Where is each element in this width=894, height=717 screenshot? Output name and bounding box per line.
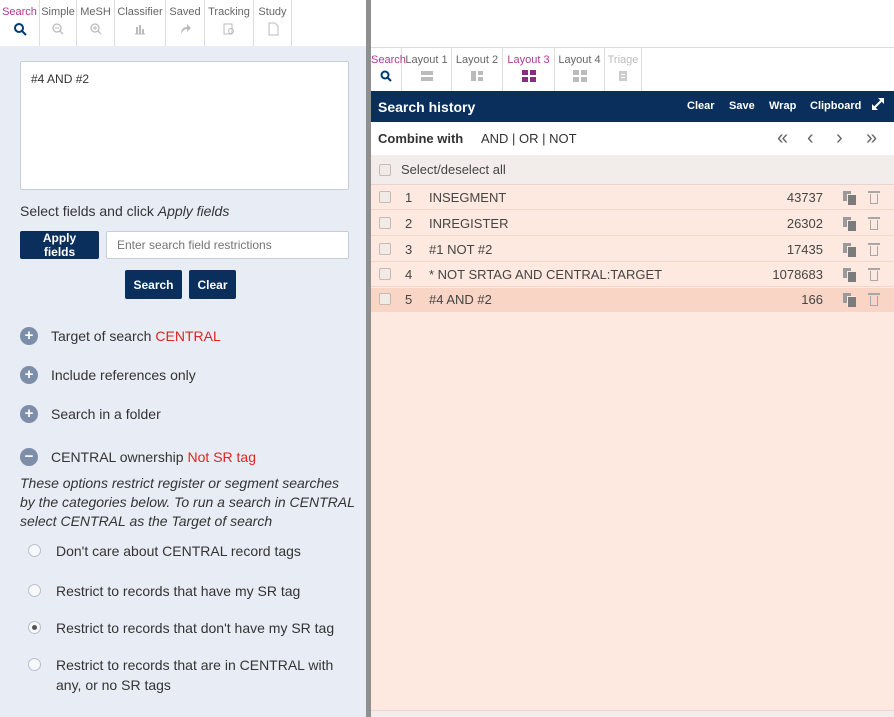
copy-icon[interactable] — [843, 191, 856, 205]
select-all-checkbox[interactable] — [379, 164, 391, 176]
plus-circle-icon: + — [20, 405, 38, 423]
last-page-icon[interactable]: » — [866, 127, 877, 149]
history-footer — [371, 710, 894, 717]
tab-classifier[interactable]: Classifier — [115, 0, 166, 46]
expand-icon[interactable] — [871, 97, 885, 114]
copy-icon[interactable] — [843, 268, 856, 282]
search-history-title: Search history — [378, 99, 476, 115]
row-checkbox[interactable] — [379, 293, 391, 305]
row-checkbox[interactable] — [379, 191, 391, 203]
tab-mesh[interactable]: MeSH — [77, 0, 115, 46]
radio-button[interactable] — [28, 584, 41, 597]
history-row[interactable]: 4 * NOT SRTAG AND CENTRAL:TARGET 1078683 — [371, 263, 894, 287]
combine-with-bar: Combine with AND | OR | NOT « ‹ › » — [371, 122, 894, 155]
row-checkbox[interactable] — [379, 268, 391, 280]
history-row[interactable]: 1 INSEGMENT 43737 — [371, 186, 894, 210]
tab-search[interactable]: Search — [0, 0, 40, 46]
copy-icon[interactable] — [843, 293, 856, 307]
combine-with-label: Combine with — [378, 131, 464, 146]
history-row-selected[interactable]: 5 #4 AND #2 166 — [371, 288, 894, 312]
trash-icon[interactable] — [868, 242, 880, 256]
select-fields-instruction: Select fields and click Apply fields — [20, 203, 230, 219]
combine-operators[interactable]: AND | OR | NOT — [481, 131, 577, 146]
history-wrap-button[interactable]: Wrap — [769, 100, 796, 112]
trash-icon[interactable] — [868, 190, 880, 204]
history-panel: Search Layout 1 Layout 2 Layout 3 Layout… — [371, 0, 894, 717]
radio-any-or-no-sr-tags[interactable]: Restrict to records that are in CENTRAL … — [28, 655, 348, 695]
next-page-icon[interactable]: › — [836, 127, 843, 149]
copy-icon[interactable] — [843, 243, 856, 257]
share-arrow-icon — [178, 22, 192, 36]
history-clipboard-button[interactable]: Clipboard — [810, 100, 861, 112]
search-history-header: Search history Clear Save Wrap Clipboard — [371, 91, 894, 122]
tab-tracking[interactable]: Tracking — [205, 0, 254, 46]
search-icon — [379, 70, 393, 82]
history-row[interactable]: 2 INREGISTER 26302 — [371, 212, 894, 236]
history-save-button[interactable]: Save — [729, 100, 755, 112]
history-row[interactable]: 3 #1 NOT #2 17435 — [371, 238, 894, 262]
plus-circle-icon: + — [20, 366, 38, 384]
tab-search[interactable]: Search — [371, 48, 406, 92]
layout-2-icon — [470, 70, 484, 82]
field-restrictions-input[interactable] — [106, 231, 349, 259]
tab-layout-4[interactable]: Layout 4 — [555, 48, 605, 92]
option-target-of-search[interactable]: + Target of search CENTRAL — [20, 327, 221, 345]
search-panel: Search Simple MeSH Classifier Saved Trac… — [0, 0, 366, 717]
bar-chart-icon — [133, 22, 147, 36]
search-icon — [13, 22, 27, 36]
layout-4-icon — [572, 70, 587, 82]
radio-dont-care[interactable]: Don't care about CENTRAL record tags — [28, 541, 301, 561]
apply-fields-button[interactable]: Apply fields — [20, 231, 99, 259]
radio-button[interactable] — [28, 658, 41, 671]
radio-button[interactable] — [28, 544, 41, 557]
radio-dont-have-my-sr-tag[interactable]: Restrict to records that don't have my S… — [28, 618, 334, 638]
search-form: #4 AND #2 Select fields and click Apply … — [0, 46, 366, 717]
plus-circle-icon: + — [20, 327, 38, 345]
radio-button-selected[interactable] — [28, 621, 41, 634]
tab-triage[interactable]: Triage — [605, 48, 642, 92]
layout-3-icon — [521, 70, 536, 82]
row-checkbox[interactable] — [379, 217, 391, 229]
row-checkbox[interactable] — [379, 243, 391, 255]
zoom-out-icon — [51, 22, 65, 36]
tab-layout-1[interactable]: Layout 1 — [402, 48, 452, 92]
tab-simple[interactable]: Simple — [40, 0, 77, 46]
clear-button[interactable]: Clear — [189, 270, 236, 299]
tracking-icon — [222, 22, 236, 36]
history-clear-button[interactable]: Clear — [687, 100, 715, 112]
layout-1-icon — [420, 70, 434, 82]
layout-tabs: Search Layout 1 Layout 2 Layout 3 Layout… — [371, 47, 894, 92]
trash-icon[interactable] — [868, 267, 880, 281]
first-page-icon[interactable]: « — [777, 127, 788, 149]
search-mode-tabs: Search Simple MeSH Classifier Saved Trac… — [0, 0, 366, 46]
copy-icon[interactable] — [843, 217, 856, 231]
trash-icon[interactable] — [868, 292, 880, 306]
triage-icon — [616, 70, 630, 82]
select-all-row[interactable]: Select/deselect all — [371, 155, 894, 185]
query-textarea[interactable]: #4 AND #2 — [20, 61, 349, 190]
radio-have-my-sr-tag[interactable]: Restrict to records that have my SR tag — [28, 581, 300, 601]
minus-circle-icon: − — [20, 448, 38, 466]
document-icon — [266, 22, 280, 36]
tab-study[interactable]: Study — [254, 0, 292, 46]
search-button[interactable]: Search — [125, 270, 182, 299]
ownership-description: These options restrict register or segme… — [20, 475, 355, 529]
tab-saved[interactable]: Saved — [166, 0, 205, 46]
option-central-ownership[interactable]: − CENTRAL ownership Not SR tag — [20, 448, 256, 466]
option-search-in-folder[interactable]: + Search in a folder — [20, 405, 161, 423]
tab-layout-2[interactable]: Layout 2 — [452, 48, 503, 92]
search-history-list: Select/deselect all 1 INSEGMENT 43737 2 … — [371, 155, 894, 717]
previous-page-icon[interactable]: ‹ — [807, 127, 814, 149]
zoom-in-icon — [89, 22, 103, 36]
option-include-references-only[interactable]: + Include references only — [20, 366, 196, 384]
trash-icon[interactable] — [868, 216, 880, 230]
tab-layout-3[interactable]: Layout 3 — [503, 48, 555, 92]
